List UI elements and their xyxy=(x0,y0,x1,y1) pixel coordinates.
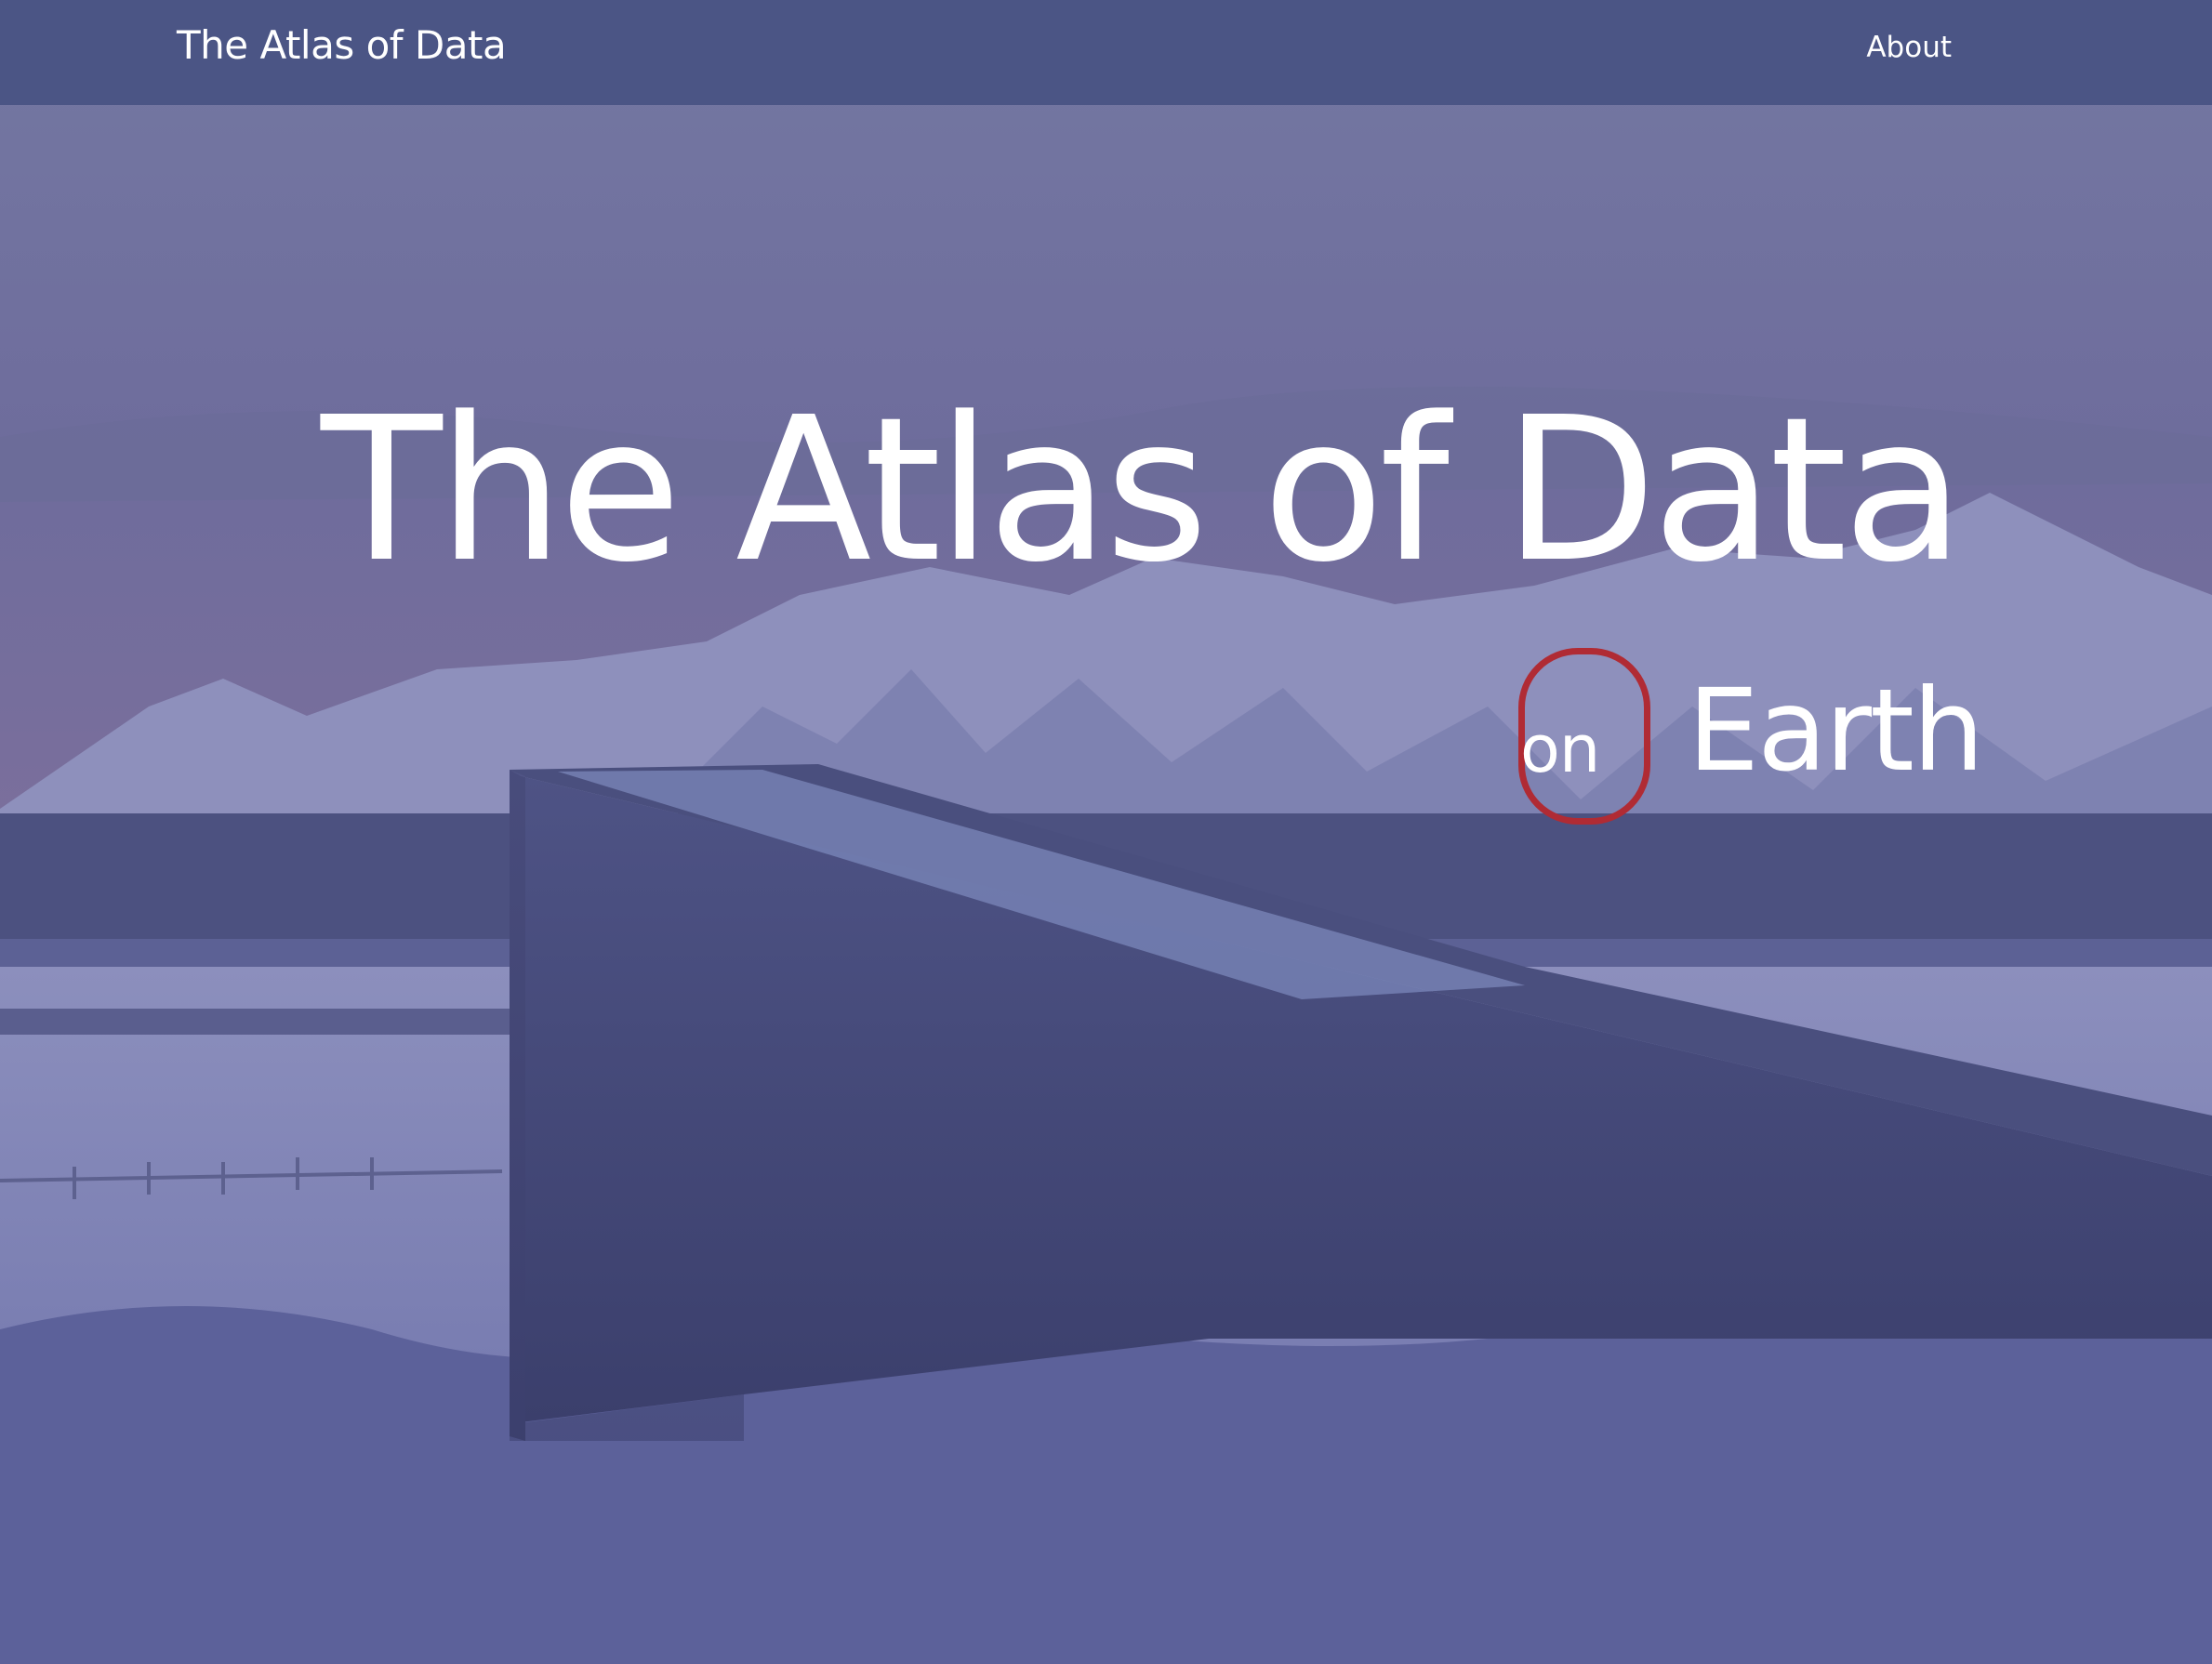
subtitle-earth-word: Earth xyxy=(1688,665,1984,797)
hero-background-image xyxy=(0,0,2212,1664)
brand-link[interactable]: The Atlas of Data xyxy=(177,22,507,68)
nav-about-link[interactable]: About xyxy=(1866,31,1952,64)
subtitle-on-word[interactable]: on xyxy=(1520,711,1600,787)
road xyxy=(0,1009,521,1035)
top-navbar: The Atlas of Data About xyxy=(0,0,2212,105)
snow-drift xyxy=(0,1306,2212,1664)
hero-section xyxy=(0,0,2212,1664)
hero-title: The Atlas of Data xyxy=(321,375,1965,606)
